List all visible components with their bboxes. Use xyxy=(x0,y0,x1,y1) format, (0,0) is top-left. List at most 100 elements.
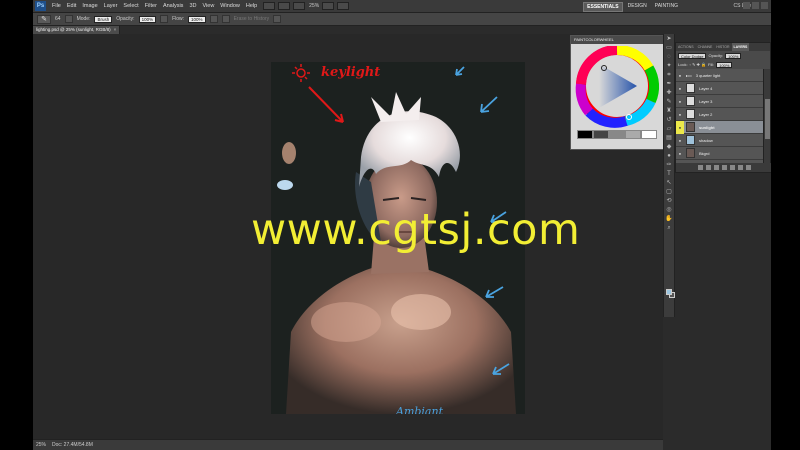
visibility-eye-icon[interactable]: ● xyxy=(676,120,684,134)
swatch[interactable] xyxy=(609,130,625,139)
status-zoom[interactable]: 25% xyxy=(36,442,46,448)
workspace-design[interactable]: DESIGN xyxy=(625,2,650,12)
pen-tool-icon[interactable]: ✑ xyxy=(665,161,674,169)
shape-tool-icon[interactable]: ▢ xyxy=(665,188,674,196)
layer-row[interactable]: ● Bkgrd xyxy=(676,147,764,160)
flow-field[interactable]: 100% xyxy=(188,15,206,23)
layer-thumbnail xyxy=(686,148,695,158)
layer-row[interactable]: ● Layer 4 xyxy=(676,82,764,95)
status-doc-size: Doc: 27.4M/54.8M xyxy=(52,442,93,448)
color-wheel[interactable] xyxy=(571,46,663,128)
quick-select-tool-icon[interactable]: ✦ xyxy=(665,62,674,70)
fx-icon[interactable] xyxy=(706,165,711,170)
visibility-eye-icon[interactable]: ● xyxy=(676,86,684,91)
airbrush-icon[interactable] xyxy=(209,15,218,23)
close-tab-icon[interactable]: × xyxy=(114,27,117,32)
mode-select[interactable]: Brush xyxy=(94,15,113,23)
minimize-icon[interactable] xyxy=(743,2,750,9)
move-tool-icon[interactable]: ➤ xyxy=(665,35,674,43)
eyedropper-tool-icon[interactable]: ✒ xyxy=(665,80,674,88)
layer-opacity-field[interactable]: 100% xyxy=(725,52,742,59)
swatch[interactable] xyxy=(577,130,593,139)
lasso-tool-icon[interactable]: ◌ xyxy=(665,53,674,61)
view-extras-button[interactable] xyxy=(293,2,306,10)
foreground-color-swatch[interactable] xyxy=(666,289,672,295)
document-tab[interactable]: lighting.psd @ 25% (sunlight, RGB/8) × xyxy=(33,26,121,34)
link-layers-icon[interactable] xyxy=(698,165,703,170)
ambient-annotation: Ambiant xyxy=(396,405,443,414)
layer-row-group[interactable]: ● ▸▭ 3 quarter light xyxy=(676,69,764,82)
maximize-icon[interactable] xyxy=(752,2,759,9)
visibility-eye-icon[interactable]: ● xyxy=(676,99,684,104)
brush-panel-toggle-icon[interactable] xyxy=(64,15,73,23)
brush-tool-icon[interactable]: ✎ xyxy=(665,98,674,106)
layer-row[interactable]: ● Layer 3 xyxy=(676,95,764,108)
fill-field[interactable]: 100% xyxy=(716,61,733,68)
menu-image[interactable]: Image xyxy=(79,3,100,9)
arrange-documents-button[interactable] xyxy=(322,2,335,10)
3d-orbit-tool-icon[interactable]: ◎ xyxy=(665,206,674,214)
marquee-tool-icon[interactable]: ▭ xyxy=(665,44,674,52)
visibility-eye-icon[interactable]: ● xyxy=(676,73,684,78)
menu-edit[interactable]: Edit xyxy=(64,3,79,9)
tab-actions[interactable]: ACTIONS xyxy=(676,43,696,51)
eraser-tool-icon[interactable]: ▱ xyxy=(665,125,674,133)
zoom-tool-icon[interactable]: ⌕ xyxy=(665,224,674,232)
trash-icon[interactable] xyxy=(746,165,751,170)
mini-bridge-button[interactable] xyxy=(278,2,291,10)
visibility-eye-icon[interactable]: ● xyxy=(676,138,684,143)
lock-icons[interactable]: ▫ ✎ ✚ 🔒 xyxy=(690,62,706,67)
tab-layers[interactable]: LAYERS xyxy=(731,43,750,51)
tablet-pressure-size-icon[interactable] xyxy=(273,15,282,23)
swatch[interactable] xyxy=(641,130,657,139)
3d-rotate-tool-icon[interactable]: ⟲ xyxy=(665,197,674,205)
brush-size[interactable]: 64 xyxy=(55,16,61,22)
dodge-tool-icon[interactable]: ● xyxy=(665,152,674,160)
menu-view[interactable]: View xyxy=(199,3,217,9)
menu-filter[interactable]: Filter xyxy=(142,3,160,9)
layers-scrollbar[interactable] xyxy=(763,69,770,165)
layer-row[interactable]: ● shadow xyxy=(676,134,764,147)
hand-tool-icon[interactable]: ✋ xyxy=(665,215,674,223)
healing-tool-icon[interactable]: ✚ xyxy=(665,89,674,97)
tab-history[interactable]: HISTOR xyxy=(714,43,731,51)
menu-select[interactable]: Select xyxy=(120,3,141,9)
swatch[interactable] xyxy=(625,130,641,139)
swatch[interactable] xyxy=(593,130,609,139)
tablet-pressure-opacity-icon[interactable] xyxy=(160,15,169,23)
type-tool-icon[interactable]: T xyxy=(665,170,674,178)
crop-tool-icon[interactable]: ⌗ xyxy=(665,71,674,79)
workspace-painting[interactable]: PAINTING xyxy=(652,2,681,12)
gradient-tool-icon[interactable]: ▤ xyxy=(665,134,674,142)
tab-channels[interactable]: CHANNE xyxy=(696,43,715,51)
layer-row-selected[interactable]: ● sunlight xyxy=(676,120,764,134)
workspace-essentials[interactable]: ESSENTIALS xyxy=(583,2,623,12)
zoom-level[interactable]: 25% xyxy=(309,3,319,9)
menu-analysis[interactable]: Analysis xyxy=(160,3,186,9)
menu-layer[interactable]: Layer xyxy=(101,3,121,9)
visibility-eye-icon[interactable]: ● xyxy=(676,151,684,156)
erase-to-history-checkbox[interactable] xyxy=(221,15,230,23)
menu-help[interactable]: Help xyxy=(243,3,260,9)
close-icon[interactable] xyxy=(761,2,768,9)
new-layer-icon[interactable] xyxy=(738,165,743,170)
blend-mode-select[interactable]: Color Dodge xyxy=(678,52,707,59)
history-brush-tool-icon[interactable]: ↺ xyxy=(665,116,674,124)
clone-stamp-tool-icon[interactable]: ♜ xyxy=(665,107,674,115)
eraser-tool-preset-icon[interactable]: ✎ xyxy=(37,14,51,24)
path-select-tool-icon[interactable]: ↖ xyxy=(665,179,674,187)
opacity-field[interactable]: 100% xyxy=(138,15,157,23)
menu-3d[interactable]: 3D xyxy=(186,3,199,9)
visibility-eye-icon[interactable]: ● xyxy=(676,112,684,117)
menu-file[interactable]: File xyxy=(49,3,64,9)
bridge-button[interactable] xyxy=(263,2,276,10)
adjustment-icon[interactable] xyxy=(722,165,727,170)
group-icon[interactable] xyxy=(730,165,735,170)
blur-tool-icon[interactable]: ◆ xyxy=(665,143,674,151)
menu-window[interactable]: Window xyxy=(217,3,243,9)
screen-mode-button[interactable] xyxy=(337,2,350,10)
layer-row[interactable]: ● Layer 2 xyxy=(676,108,764,121)
mask-icon[interactable] xyxy=(714,165,719,170)
layer-thumbnail xyxy=(686,96,695,106)
scrollbar-thumb[interactable] xyxy=(765,99,770,139)
